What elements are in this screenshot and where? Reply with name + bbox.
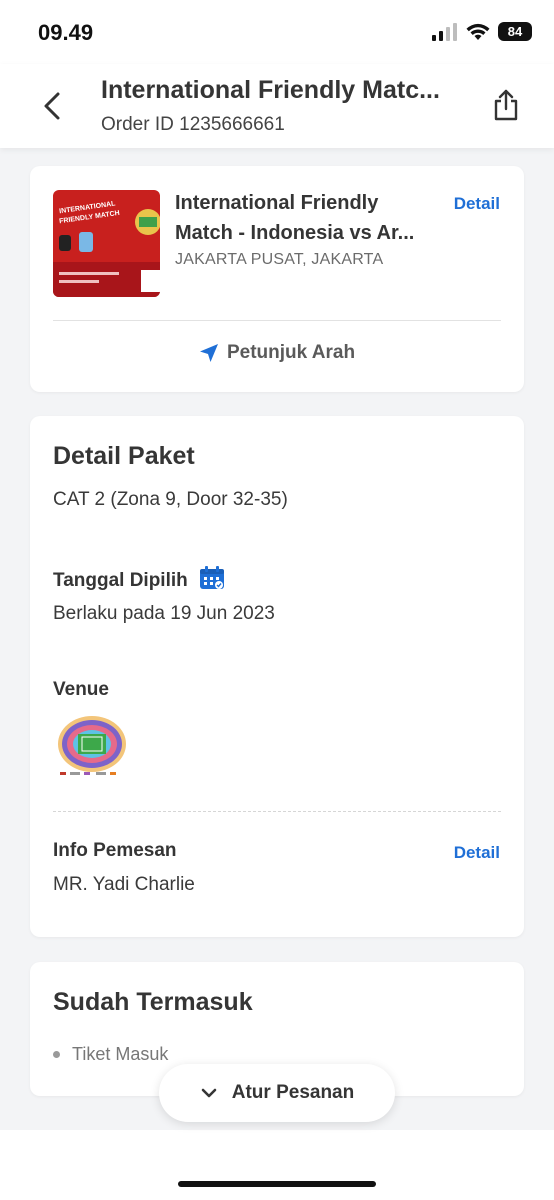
event-detail-link[interactable]: Detail xyxy=(454,194,500,214)
event-card: INTERNATIONAL FRIENDLY MATCH Internation… xyxy=(30,166,524,392)
package-detail-card: Detail Paket CAT 2 (Zona 9, Door 32-35) … xyxy=(30,416,524,937)
cellular-signal-icon xyxy=(432,22,457,41)
directions-label: Petunjuk Arah xyxy=(226,342,356,363)
order-id: Order ID 1235666661 xyxy=(101,114,285,135)
directions-button[interactable]: Petunjuk Arah xyxy=(30,342,524,364)
battery-indicator: 84 xyxy=(498,22,532,41)
manage-order-button[interactable]: Atur Pesanan xyxy=(159,1064,395,1122)
date-label-row: Tanggal Dipilih xyxy=(53,566,225,592)
status-bar: 09.49 84 xyxy=(0,0,554,64)
share-icon[interactable] xyxy=(492,88,520,122)
manage-order-label: Atur Pesanan xyxy=(231,1082,355,1103)
navigation-arrow-icon xyxy=(199,344,218,362)
included-item-label: Tiket Masuk xyxy=(72,1044,169,1064)
stadium-seating-map[interactable] xyxy=(56,712,128,784)
booker-detail-link[interactable]: Detail xyxy=(454,843,500,863)
chevron-down-icon xyxy=(201,1088,217,1098)
divider xyxy=(53,320,501,321)
status-time: 09.49 xyxy=(38,20,94,45)
back-arrow-icon[interactable] xyxy=(38,90,66,122)
package-title: Detail Paket xyxy=(53,442,195,470)
event-title-line1: International Friendly xyxy=(175,192,379,214)
page-title: International Friendly Matc... xyxy=(101,76,440,104)
event-location: JAKARTA PUSAT, JAKARTA xyxy=(175,251,384,268)
booker-label: Info Pemesan xyxy=(53,840,177,861)
venue-label: Venue xyxy=(53,679,109,700)
home-indicator[interactable] xyxy=(178,1181,376,1187)
dashed-divider xyxy=(53,811,501,812)
calendar-icon xyxy=(200,566,225,589)
package-category: CAT 2 (Zona 9, Door 32-35) xyxy=(53,489,288,510)
date-value: Berlaku pada 19 Jun 2023 xyxy=(53,603,275,624)
booker-name: MR. Yadi Charlie xyxy=(53,874,195,895)
event-thumbnail: INTERNATIONAL FRIENDLY MATCH xyxy=(53,190,160,297)
included-title: Sudah Termasuk xyxy=(53,988,253,1016)
date-label: Tanggal Dipilih xyxy=(53,570,188,591)
event-title: International Friendly Match - Indonesia… xyxy=(175,188,435,248)
bullet-icon xyxy=(53,1051,60,1058)
bottom-area xyxy=(0,1130,554,1200)
list-item: Tiket Masuk xyxy=(53,1044,168,1065)
event-title-line2: Match - Indonesia vs Ar... xyxy=(175,222,415,244)
page-header: International Friendly Matc... Order ID … xyxy=(0,64,554,148)
status-icons: 84 xyxy=(432,22,532,41)
wifi-icon xyxy=(466,23,490,40)
